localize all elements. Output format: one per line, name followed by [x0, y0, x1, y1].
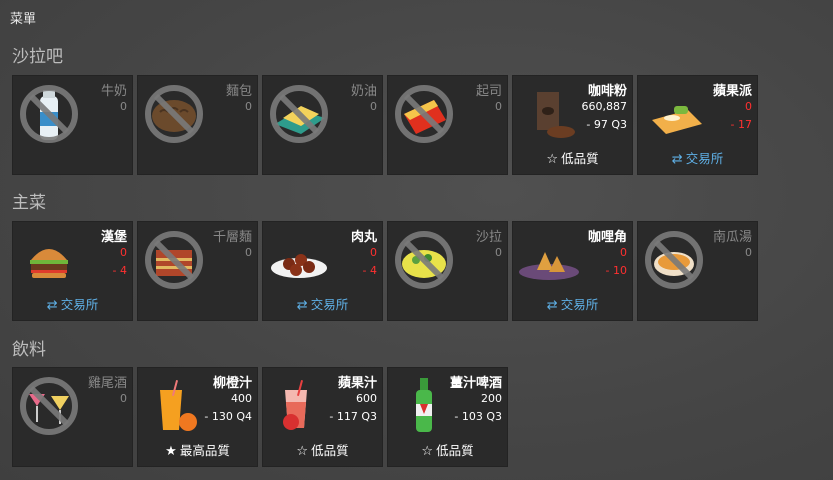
item-change: - 130 Q4 [204, 410, 252, 423]
item-name: 雞尾酒 [87, 376, 127, 391]
menu-item-salad[interactable]: 沙拉 0 [387, 221, 508, 321]
menu-item-milk[interactable]: 牛奶 0 [12, 75, 133, 175]
swap-arrows-icon: ⇄ [46, 298, 58, 313]
samosa-icon [519, 252, 579, 280]
cheese-icon [394, 84, 454, 144]
apple-pie-icon [652, 106, 702, 134]
lasagna-icon [144, 230, 204, 290]
menu-item-burger[interactable]: 漢堡 0 - 4 ⇄ 交易所 [12, 221, 133, 321]
menu-item-ginger-beer[interactable]: 薑汁啤酒 200 - 103 Q3 ☆ 低品質 [387, 367, 508, 467]
menu-item-cocktail[interactable]: 雞尾酒 0 [12, 367, 133, 467]
menu-item-applepie[interactable]: 蘋果派 0 - 17 ⇄ 交易所 [637, 75, 758, 175]
coffee-bag-icon [537, 92, 575, 138]
quality-label: ★ 最高品質 [165, 443, 230, 459]
meatball-icon [271, 254, 327, 278]
item-value: 0 [745, 246, 752, 259]
swap-arrows-icon: ⇄ [546, 298, 558, 313]
burger-icon [30, 249, 68, 278]
section-title-drinks: 飲料 [12, 340, 46, 360]
item-value: 0 [495, 100, 502, 113]
item-value: 0 [620, 246, 627, 259]
item-name: 咖啡粉 [587, 84, 627, 99]
menu-item-samosa[interactable]: 咖哩角 0 - 10 ⇄ 交易所 [512, 221, 633, 321]
item-value: 0 [120, 100, 127, 113]
trade-button[interactable]: ⇄ 交易所 [638, 148, 757, 167]
item-name: 肉丸 [350, 230, 377, 245]
panel-title: 菜單 [10, 12, 37, 27]
menu-item-bread[interactable]: 麵包 0 [137, 75, 258, 175]
item-value: 660,887 [581, 100, 628, 113]
item-change: - 117 Q3 [329, 410, 377, 423]
item-name: 柳橙汁 [212, 376, 252, 391]
ginger-beer-icon [416, 378, 432, 432]
trade-button[interactable]: ⇄ 交易所 [513, 294, 632, 313]
menu-item-cheese[interactable]: 起司 0 [387, 75, 508, 175]
item-change: - 103 Q3 [454, 410, 502, 423]
item-value: 200 [481, 392, 502, 405]
menu-item-meatball[interactable]: 肉丸 0 - 4 ⇄ 交易所 [262, 221, 383, 321]
item-value: 0 [495, 246, 502, 259]
item-value: 0 [245, 100, 252, 113]
menu-item-apple-juice[interactable]: 蘋果汁 600 - 117 Q3 ☆ 低品質 [262, 367, 383, 467]
item-name: 起司 [475, 84, 502, 99]
item-name: 奶油 [350, 84, 377, 99]
item-value: 600 [356, 392, 377, 405]
item-name: 薑汁啤酒 [449, 376, 502, 391]
item-value: 0 [370, 100, 377, 113]
bread-icon [144, 84, 204, 144]
trade-button[interactable]: ⇄ 交易所 [13, 294, 132, 313]
item-name: 漢堡 [100, 230, 127, 245]
item-change: - 17 [730, 118, 752, 131]
menu-item-coffee[interactable]: 咖啡粉 660,887 - 97 Q3 ☆ 低品質 [512, 75, 633, 175]
item-change: - 4 [362, 264, 377, 277]
menu-item-lasagna[interactable]: 千層麵 0 [137, 221, 258, 321]
item-name: 咖哩角 [587, 230, 627, 245]
item-change: - 4 [112, 264, 127, 277]
butter-icon [269, 84, 329, 144]
menu-item-orange-juice[interactable]: 柳橙汁 400 - 130 Q4 ★ 最高品質 [137, 367, 258, 467]
star-outline-icon: ☆ [546, 152, 559, 167]
item-name: 蘋果派 [712, 84, 752, 99]
item-name: 蘋果汁 [337, 376, 377, 391]
milk-bottle-icon [19, 84, 79, 144]
star-filled-icon: ★ [165, 444, 177, 459]
menu-item-butter[interactable]: 奶油 0 [262, 75, 383, 175]
swap-arrows-icon: ⇄ [296, 298, 308, 313]
quality-label: ☆ 低品質 [421, 443, 474, 459]
salad-icon [394, 230, 454, 290]
section-title-main-course: 主菜 [12, 193, 46, 213]
menu-item-pumpkin-soup[interactable]: 南瓜湯 0 [637, 221, 758, 321]
swap-arrows-icon: ⇄ [671, 152, 683, 167]
item-name: 南瓜湯 [712, 230, 752, 245]
star-outline-icon: ☆ [421, 444, 434, 459]
apple-juice-icon [283, 380, 307, 430]
item-value: 400 [231, 392, 252, 405]
star-outline-icon: ☆ [296, 444, 309, 459]
item-value: 0 [245, 246, 252, 259]
item-value: 0 [120, 392, 127, 405]
pumpkin-soup-icon [644, 230, 704, 290]
item-name: 牛奶 [100, 84, 127, 99]
item-value: 0 [370, 246, 377, 259]
item-name: 沙拉 [475, 230, 502, 245]
item-value: 0 [120, 246, 127, 259]
section-title-salad-bar: 沙拉吧 [12, 47, 63, 67]
item-name: 千層麵 [212, 230, 252, 245]
item-name: 麵包 [225, 84, 252, 99]
orange-juice-icon [160, 380, 197, 431]
trade-button[interactable]: ⇄ 交易所 [263, 294, 382, 313]
item-change: - 97 Q3 [586, 118, 627, 131]
item-change: - 10 [605, 264, 627, 277]
item-value: 0 [745, 100, 752, 113]
quality-label: ☆ 低品質 [546, 151, 599, 167]
quality-label: ☆ 低品質 [296, 443, 349, 459]
cocktail-icon [19, 376, 79, 436]
